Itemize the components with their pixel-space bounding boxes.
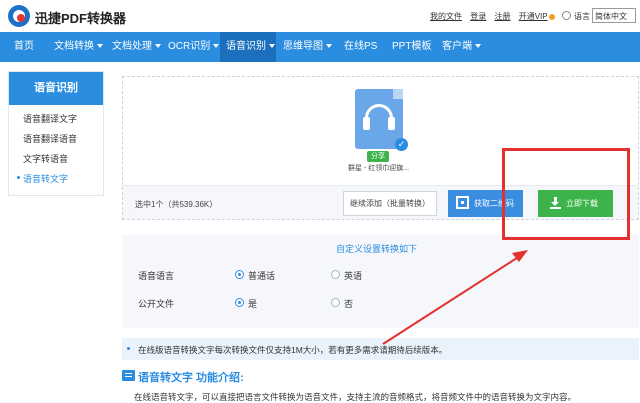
file-name: 群星 - 红领巾迎旗... bbox=[348, 165, 410, 172]
chevron-down-icon bbox=[155, 44, 161, 49]
selected-info: 选中1个（共539.36K） bbox=[135, 200, 218, 209]
sidebar-item-speech-translate-speech[interactable]: 语音翻译语音 bbox=[23, 132, 77, 145]
active-dot-icon bbox=[17, 176, 20, 179]
share-tag[interactable]: 分享 bbox=[367, 151, 389, 162]
nav-label: 在线PS bbox=[344, 41, 378, 52]
radio-public-yes-label[interactable]: 是 bbox=[248, 297, 257, 310]
nav-item-mindmap[interactable]: 思维导图 bbox=[283, 32, 338, 62]
register-link[interactable]: 注册 bbox=[494, 12, 510, 21]
top-bar: 迅捷PDF转换器 我的文件 登录 注册 开通VIP 语言 简体中文 bbox=[0, 0, 640, 32]
public-file-row-label: 公开文件 bbox=[138, 299, 175, 309]
main-nav: 首页 文档转换 文档处理 OCR识别 语音识别 思维导图 在线PS PPT模板 … bbox=[0, 32, 640, 62]
vip-crown-icon bbox=[548, 13, 555, 20]
vip-link-label: 开通VIP bbox=[518, 12, 548, 21]
file-fold-corner bbox=[393, 89, 403, 99]
settings-title: 自定义设置转换如下 bbox=[336, 244, 418, 254]
radio-public-no[interactable] bbox=[331, 298, 340, 307]
brand-name[interactable]: 迅捷PDF转换器 bbox=[35, 8, 126, 27]
nav-label: 首页 bbox=[14, 41, 34, 52]
chevron-down-icon bbox=[97, 44, 103, 49]
nav-item-ppt[interactable]: PPT模板 bbox=[392, 32, 437, 62]
headphones-right-cup bbox=[388, 117, 395, 130]
nav-item-doc-process[interactable]: 文档处理 bbox=[112, 32, 167, 62]
language-select[interactable]: 简体中文 bbox=[592, 8, 636, 23]
nav-item-ocr[interactable]: OCR识别 bbox=[168, 32, 220, 62]
nav-item-speech[interactable]: 语音识别 bbox=[220, 32, 276, 62]
qr-code-icon bbox=[456, 196, 469, 209]
radio-mandarin-label[interactable]: 普通话 bbox=[248, 269, 275, 282]
radio-public-yes[interactable] bbox=[235, 298, 244, 307]
nav-label: 文档处理 bbox=[112, 41, 152, 52]
chevron-down-icon bbox=[213, 44, 220, 49]
sidebar-item-speech-translate-text[interactable]: 语音翻译文字 bbox=[23, 112, 77, 125]
nav-item-client[interactable]: 客户端 bbox=[442, 32, 487, 62]
headphones-left-cup bbox=[363, 117, 370, 130]
language-row-label: 语音语言 bbox=[138, 271, 175, 281]
annotation-highlight-box bbox=[502, 148, 630, 240]
continue-add-button[interactable]: 继续添加（批量转换） bbox=[343, 191, 437, 216]
my-files-link[interactable]: 我的文件 bbox=[430, 12, 462, 21]
radio-english-label[interactable]: 英语 bbox=[344, 269, 362, 282]
nav-item-home[interactable]: 首页 bbox=[14, 32, 44, 62]
chevron-down-icon bbox=[326, 44, 332, 49]
check-icon: ✓ bbox=[395, 138, 408, 151]
intro-title: 语音转文字 功能介绍: bbox=[138, 372, 244, 384]
globe-icon bbox=[562, 11, 571, 20]
vip-link[interactable]: 开通VIP bbox=[519, 12, 555, 21]
bullet-icon bbox=[127, 347, 130, 350]
sidebar-item-text-to-speech[interactable]: 文字转语音 bbox=[23, 152, 68, 165]
top-links: 我的文件 登录 注册 开通VIP bbox=[430, 11, 561, 22]
language-label: 语言 bbox=[574, 12, 590, 21]
notice-text: 在线版语音转换文字每次转换文件仅支持1M大小，若有更多需求请期待后续版本。 bbox=[138, 345, 448, 355]
sidebar-title: 语音识别 bbox=[9, 72, 103, 105]
nav-label: 语音识别 bbox=[226, 41, 266, 52]
chevron-down-icon bbox=[269, 44, 275, 49]
radio-mandarin[interactable] bbox=[235, 270, 244, 279]
nav-label: 客户端 bbox=[442, 41, 472, 52]
nav-item-doc-convert[interactable]: 文档转换 bbox=[54, 32, 109, 62]
nav-label: PPT模板 bbox=[392, 41, 432, 52]
nav-label: OCR识别 bbox=[168, 41, 211, 52]
radio-english[interactable] bbox=[331, 270, 340, 279]
intro-text: 在线语音转文字，可以直接把语言文件转换为语音文件，支持主流的音频格式，将音频文件… bbox=[134, 392, 577, 402]
login-link[interactable]: 登录 bbox=[470, 12, 486, 21]
sidebar-item-speech-to-text[interactable]: 语音转文字 bbox=[23, 172, 68, 185]
radio-public-no-label[interactable]: 否 bbox=[344, 297, 353, 310]
nav-label: 思维导图 bbox=[283, 41, 323, 52]
nav-label: 文档转换 bbox=[54, 41, 94, 52]
chevron-down-icon bbox=[475, 44, 481, 49]
sidebar: 语音识别 语音翻译文字 语音翻译语音 文字转语音 语音转文字 bbox=[8, 71, 104, 196]
book-icon bbox=[122, 370, 135, 381]
nav-item-online-ps[interactable]: 在线PS bbox=[344, 32, 384, 62]
brand-logo[interactable] bbox=[8, 5, 30, 27]
